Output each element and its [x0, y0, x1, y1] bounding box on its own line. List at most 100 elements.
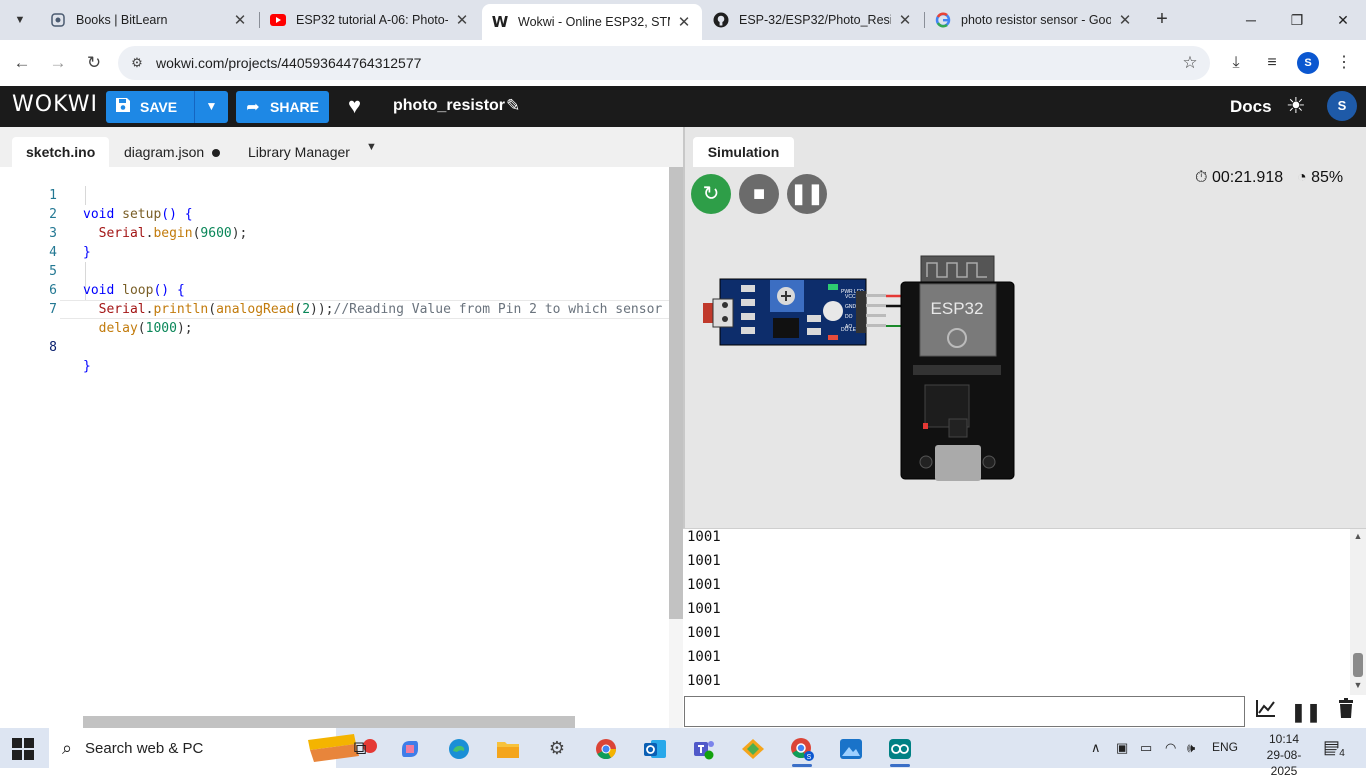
address-bar[interactable]: ⚙ wokwi.com/projects/440593644764312577 … [118, 46, 1210, 80]
tab-diagram-json[interactable]: diagram.json [110, 137, 234, 167]
tab-youtube[interactable]: ESP32 tutorial A-06: Photo-r ✕ [260, 4, 480, 36]
meet-now-icon[interactable]: ▣ [1116, 740, 1128, 756]
file-explorer-icon[interactable] [488, 733, 528, 763]
wifi-icon[interactable]: ◠ [1165, 740, 1176, 756]
google-icon [935, 12, 951, 28]
language-indicator[interactable]: ENG [1212, 740, 1238, 754]
serial-input-row: ❚❚ [683, 695, 1366, 728]
active-app-indicator [890, 764, 910, 767]
tab-bitlearn[interactable]: Books | BitLearn ✕ [40, 4, 258, 36]
tab-sketch-ino[interactable]: sketch.ino [12, 137, 110, 167]
pin-label-gnd: GND [845, 304, 857, 310]
site-info-icon[interactable]: ⚙ [118, 55, 156, 71]
battery-icon[interactable]: ▭ [1140, 740, 1152, 756]
bookmark-star-icon[interactable]: ☆ [1170, 53, 1210, 73]
windows-taskbar: ⌕ Search web & PC ⧉ ⚙ S ∧ ▣ ▭ ◠ 🕪 ENG 10… [0, 728, 1366, 778]
browser-profile-avatar[interactable]: S [1297, 52, 1319, 74]
editor-menu-caret-icon[interactable]: ▼ [366, 141, 377, 153]
close-window-button[interactable]: ✕ [1320, 6, 1366, 34]
forward-button[interactable]: → [44, 49, 72, 77]
serial-scroll-thumb[interactable] [1353, 653, 1363, 677]
windows-start-icon[interactable] [12, 738, 34, 760]
browser-menu-icon[interactable]: ⋮ [1332, 51, 1356, 75]
theme-toggle-sun-icon[interactable]: ☀ [1286, 93, 1306, 119]
heart-icon[interactable]: ♥ [348, 93, 361, 119]
media-control-icon[interactable]: ≡ [1260, 51, 1284, 75]
editor-horizontal-scrollbar[interactable] [83, 716, 575, 728]
serial-monitor[interactable]: 1001 1001 1001 1001 1001 1001 1001 ▲ ▼ [683, 528, 1366, 695]
save-button[interactable]: SAVE ▼ [106, 91, 228, 123]
serial-input-field[interactable] [684, 696, 1245, 727]
tab-library-manager[interactable]: Library Manager [234, 137, 364, 167]
download-icon[interactable]: ⤓ [1224, 51, 1248, 75]
git-app-icon[interactable] [733, 733, 773, 763]
close-tab-icon[interactable]: ✕ [1117, 11, 1133, 29]
new-tab-button[interactable]: + [1150, 8, 1174, 32]
plotter-chart-icon[interactable] [1247, 697, 1285, 727]
esp32-board[interactable]: ESP32 [900, 255, 1015, 481]
floppy-disk-icon [106, 97, 140, 118]
task-view-icon[interactable]: ⧉ [340, 733, 380, 763]
code-line: 5 void loop() { [49, 264, 185, 298]
ldr-sensor [703, 303, 713, 323]
chrome-profile-icon[interactable]: S [782, 733, 822, 767]
code-line: 6 Serial.println(analogRead(2));//Readin… [49, 283, 669, 317]
editor-scroll-thumb[interactable] [669, 167, 683, 619]
close-tab-icon[interactable]: ✕ [454, 11, 470, 29]
save-options-dropdown[interactable]: ▼ [194, 91, 228, 123]
photoresistor-module[interactable]: PWR LED DO LED VCC GND DO AO [703, 278, 886, 346]
serial-output-line: 1001 [687, 601, 721, 617]
chrome-icon[interactable] [586, 733, 626, 763]
copilot-icon[interactable] [390, 733, 430, 763]
url-text[interactable]: wokwi.com/projects/440593644764312577 [156, 55, 1170, 71]
arduino-ide-icon[interactable] [880, 733, 920, 767]
restore-window-button[interactable]: ❐ [1274, 6, 1320, 34]
active-app-indicator [792, 764, 812, 767]
circuit-canvas[interactable]: PWR LED DO LED VCC GND DO AO ESP32 [685, 127, 1366, 528]
tab-google[interactable]: photo resistor sensor - Goog ✕ [925, 4, 1143, 36]
close-tab-icon[interactable]: ✕ [232, 11, 248, 29]
settings-gear-icon[interactable]: ⚙ [537, 733, 577, 763]
scroll-down-arrow-icon[interactable]: ▼ [1350, 680, 1366, 690]
close-tab-icon[interactable]: ✕ [676, 13, 692, 31]
bitlearn-icon [50, 12, 66, 28]
code-area[interactable]: 1 void setup() { 2 Serial.begin(9600); 3… [0, 167, 669, 715]
outlook-icon[interactable] [635, 733, 675, 763]
current-line-highlight [60, 300, 669, 319]
close-tab-icon[interactable]: ✕ [897, 11, 913, 29]
minimize-window-button[interactable]: ─ [1228, 6, 1274, 34]
serial-output-line: 1001 [687, 649, 721, 665]
docs-link[interactable]: Docs [1230, 97, 1272, 117]
reload-button[interactable]: ↻ [80, 49, 108, 77]
serial-output-line: 1001 [687, 553, 721, 569]
pin-label-vcc: VCC [845, 294, 856, 300]
system-clock[interactable]: 10:14 29-08-2025 [1259, 731, 1309, 779]
scroll-up-arrow-icon[interactable]: ▲ [1350, 531, 1366, 541]
serial-output-line: 1001 [687, 625, 721, 641]
show-hidden-icons-chevron-icon[interactable]: ∧ [1091, 740, 1101, 756]
pencil-icon[interactable]: ✎ [506, 96, 520, 116]
edge-browser-icon[interactable] [439, 733, 479, 763]
github-icon [713, 12, 729, 28]
clear-serial-trash-icon[interactable] [1327, 697, 1365, 727]
serial-scrollbar[interactable]: ▲ ▼ [1350, 529, 1366, 695]
editor-vertical-scrollbar[interactable] [669, 167, 683, 728]
teams-icon[interactable] [684, 733, 724, 763]
simulation-panel: Simulation ↻ ■ ❚❚ ⏱ 00:21.918 ◔ 85% PWR … [685, 127, 1366, 528]
tab-wokwi[interactable]: W Wokwi - Online ESP32, STM3 ✕ [482, 4, 702, 40]
wokwi-logo[interactable]: WOKWI [12, 92, 98, 117]
user-avatar[interactable]: S [1327, 91, 1357, 121]
notification-center-icon[interactable]: ▤ 4 [1323, 737, 1349, 761]
pause-serial-icon[interactable]: ❚❚ [1287, 697, 1325, 727]
photos-icon[interactable] [831, 733, 871, 763]
boot-button [982, 455, 996, 469]
tab-search-icon[interactable]: ▼ [8, 8, 32, 32]
volume-icon[interactable]: 🕪 [1187, 740, 1195, 756]
code-line: 2 Serial.begin(9600); [49, 207, 248, 241]
share-button[interactable]: ➦ SHARE [236, 91, 329, 123]
share-arrow-icon: ➦ [246, 99, 260, 116]
project-name[interactable]: photo_resistor [393, 97, 505, 115]
taskbar-search-box[interactable]: ⌕ Search web & PC [49, 728, 377, 768]
tab-github[interactable]: ESP-32/ESP32/Photo_Resisto ✕ [703, 4, 923, 36]
back-button[interactable]: ← [8, 49, 36, 77]
